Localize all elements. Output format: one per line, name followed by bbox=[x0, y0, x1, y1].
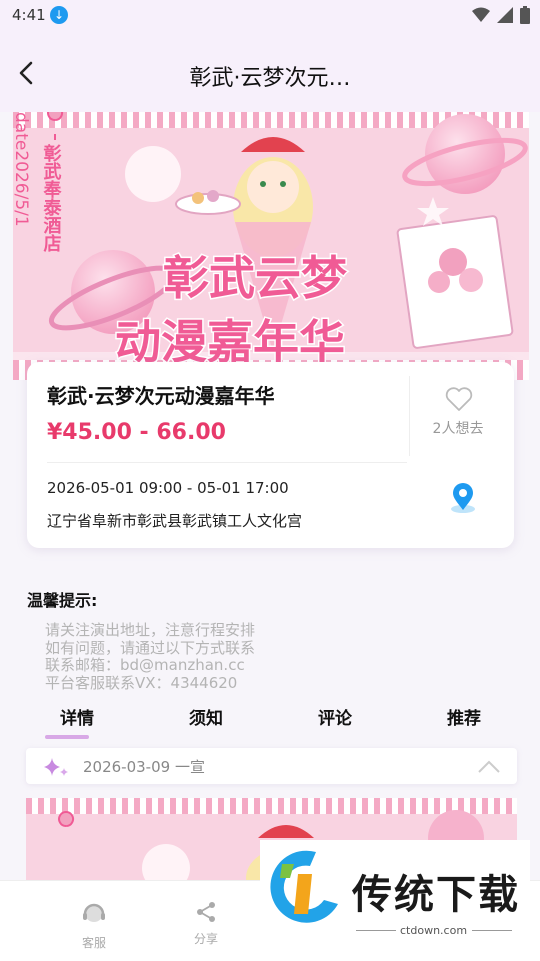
headset-icon bbox=[83, 903, 105, 922]
sparkle-icon bbox=[44, 758, 68, 776]
watermark-site: ctdown.com bbox=[400, 924, 468, 937]
event-address: 辽宁省阜新市彰武县彰武镇工人文化宫 bbox=[47, 512, 303, 530]
horizontal-divider bbox=[47, 462, 407, 463]
event-datetime: 2026-05-01 09:00 - 05-01 17:00 bbox=[47, 479, 289, 497]
chevron-up-icon[interactable] bbox=[477, 758, 501, 774]
poster-headline-1: 彰武云梦 bbox=[163, 251, 347, 305]
tips-line: 平台客服联系VX：4344620 bbox=[45, 673, 238, 692]
event-info-card: 彰武·云梦次元动漫嘉年华 ¥45.00 - 66.00 2人想去 2026-05… bbox=[27, 362, 514, 548]
poster-art: 彰武云梦 动漫嘉年华 date2026/5/1 彰武奉泰酒店 bbox=[13, 112, 529, 380]
page-title: 彰武·云梦次元… bbox=[189, 66, 351, 91]
announcement-date: 2026-03-09 一宣 bbox=[83, 758, 205, 776]
system-icons bbox=[471, 6, 530, 24]
event-price: ¥45.00 - 66.00 bbox=[47, 420, 226, 445]
vertical-divider bbox=[409, 376, 410, 456]
share-label: 分享 bbox=[193, 932, 218, 946]
top-nav: 彰武·云梦次元… bbox=[0, 32, 540, 112]
customer-service-button[interactable]: 客服 bbox=[64, 901, 124, 951]
tips-line: 如有问题，请通过以下方式联系 bbox=[45, 638, 256, 657]
tips-title: 温馨提示: bbox=[27, 591, 98, 610]
tips-text: 请关注演出地址，注意行程安排 如有问题，请通过以下方式联系 联系邮箱：bd@ma… bbox=[45, 621, 256, 692]
share-button[interactable]: 分享 bbox=[176, 901, 236, 947]
watermark-divider-left bbox=[356, 930, 396, 931]
event-poster[interactable]: 彰武云梦 动漫嘉年华 date2026/5/1 彰武奉泰酒店 bbox=[13, 112, 529, 380]
tab-details[interactable]: 详情 bbox=[60, 704, 94, 729]
tab-comments[interactable]: 评论 bbox=[318, 704, 352, 729]
tab-recommend[interactable]: 推荐 bbox=[447, 704, 481, 729]
status-time: 4:41 bbox=[12, 6, 46, 24]
event-name: 彰武·云梦次元动漫嘉年华 bbox=[47, 384, 275, 408]
site-watermark: 传统下载 ctdown.com bbox=[260, 840, 530, 937]
download-icon: ↓ bbox=[50, 6, 68, 24]
poster-date-vertical: date2026/5/1 bbox=[13, 112, 31, 227]
service-label: 客服 bbox=[81, 936, 106, 950]
signal-icon bbox=[496, 7, 513, 23]
map-pin-icon[interactable] bbox=[447, 482, 479, 514]
poster-venue-vertical: 彰武奉泰酒店 bbox=[41, 143, 63, 253]
wish-count[interactable]: 2人想去 bbox=[423, 418, 493, 438]
active-tab-indicator bbox=[45, 735, 89, 739]
tips-line: 请关注演出地址，注意行程安排 bbox=[45, 621, 256, 639]
announcement-row[interactable]: 2026-03-09 一宣 bbox=[26, 748, 517, 784]
content-tabs: 详情 须知 评论 推荐 bbox=[0, 704, 540, 744]
tab-notice[interactable]: 须知 bbox=[189, 704, 223, 729]
status-bar: 4:41 ↓ bbox=[0, 0, 540, 32]
watermark-divider-right bbox=[472, 930, 512, 931]
watermark-brand: 传统下载 bbox=[352, 872, 520, 918]
tips-line: 联系邮箱：bd@manzhan.cc bbox=[45, 656, 245, 674]
poster-pin-icon bbox=[58, 811, 75, 827]
heart-icon[interactable] bbox=[445, 386, 473, 412]
share-icon bbox=[197, 902, 215, 922]
battery-icon bbox=[520, 6, 530, 24]
wifi-icon bbox=[471, 7, 490, 22]
poster-headline-2: 动漫嘉年华 bbox=[115, 315, 345, 369]
watermark-logo bbox=[270, 850, 338, 923]
back-arrow-icon[interactable] bbox=[14, 60, 40, 86]
